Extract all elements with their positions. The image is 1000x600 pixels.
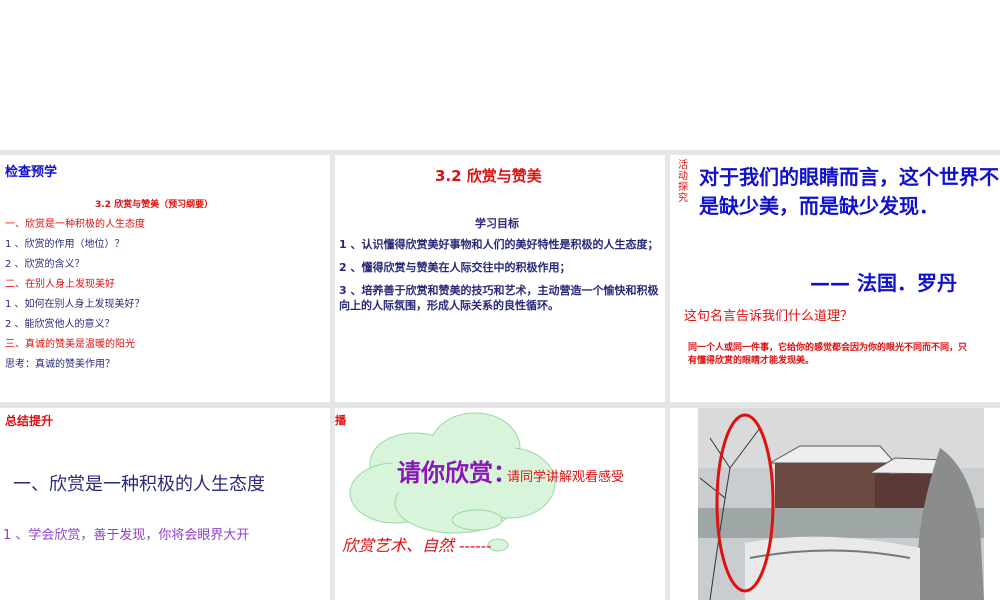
- question: 这句名言告诉我们什么道理？: [684, 309, 854, 324]
- outline-line: 一、欣赏是一种积极的人生态度: [5, 219, 145, 230]
- cloud-title: 请你欣赏：: [397, 459, 517, 487]
- slide-thumbnail-2[interactable]: 3.2 欣赏与赞美 学习目标 1 、认识懂得欣赏美好事物和人们的美好特性是积极的…: [335, 155, 665, 402]
- outline-line: 思考：真诚的赞美作用？: [5, 359, 115, 370]
- goal-item: 1 、认识懂得欣赏美好事物和人们的美好特性是积极的人生态度；: [339, 238, 659, 251]
- outline-line: 2 、欣赏的含义？: [5, 259, 85, 270]
- prompt-text: 请同学讲解观看感受: [507, 470, 625, 485]
- slide-title: 3.2 欣赏与赞美: [435, 167, 542, 185]
- outline-line: 三、真诚的赞美是温暖的阳光: [5, 339, 135, 350]
- answer: 同一个人或同一件事，它给你的感觉都会因为你的眼光不同而不同，只有懂得欣赏的眼睛才…: [688, 343, 968, 366]
- summary-point: 1 、学会欣赏，善于发现，你将会眼界大开: [3, 528, 250, 543]
- goals-heading: 学习目标: [475, 217, 519, 230]
- art-nature-text: 欣赏艺术、自然 ------: [342, 536, 492, 555]
- slide-subtitle: 3.2 欣赏与赞美（预习纲要）: [95, 200, 214, 210]
- slide-thumbnail-3[interactable]: 活动探究 对于我们的眼睛而言，这个世界不是缺少美，而是缺少发现． —— 法国．罗…: [670, 155, 1000, 402]
- slide-title: 总结提升: [5, 414, 54, 428]
- slide-thumbnail-4[interactable]: 总结提升 一、欣赏是一种积极的人生态度 1 、学会欣赏，善于发现，你将会眼界大开: [0, 408, 330, 600]
- slide-thumbnail-5[interactable]: 播 请你欣赏： 请同学讲解观看感受 欣赏艺术、自然 ------: [335, 408, 665, 600]
- quote: 对于我们的眼睛而言，这个世界不是缺少美，而是缺少发现．: [699, 165, 999, 218]
- snowy-garden-photo: [698, 408, 984, 600]
- activity-label: 活动探究: [678, 160, 688, 204]
- goal-item: 3 、培养善于欣赏和赞美的技巧和艺术，主动营造一个愉快和积极向上的人际氛围，形成…: [339, 284, 659, 312]
- slide-sorter: 检查预学 3.2 欣赏与赞美（预习纲要） 一、欣赏是一种积极的人生态度 1 、欣赏…: [0, 150, 1000, 600]
- corner-text: 播: [335, 414, 346, 427]
- slide-thumbnail-1[interactable]: 检查预学 3.2 欣赏与赞美（预习纲要） 一、欣赏是一种积极的人生态度 1 、欣赏…: [0, 155, 330, 402]
- outline-line: 1 、欣赏的作用（地位）？: [5, 239, 125, 250]
- outline-line: 2 、能欣赏他人的意义？: [5, 319, 115, 330]
- slide-title: 检查预学: [5, 165, 58, 180]
- outline-line: 二、在别人身上发现美好: [5, 279, 115, 290]
- slide-thumbnail-6[interactable]: [670, 408, 1000, 600]
- goal-item: 2 、懂得欣赏与赞美在人际交往中的积极作用；: [339, 261, 571, 274]
- thought-cloud-icon: [349, 412, 556, 552]
- quote-author: —— 法国．罗丹: [810, 271, 957, 295]
- summary-heading: 一、欣赏是一种积极的人生态度: [13, 474, 265, 495]
- outline-line: 1 、如何在别人身上发现美好？: [5, 299, 145, 310]
